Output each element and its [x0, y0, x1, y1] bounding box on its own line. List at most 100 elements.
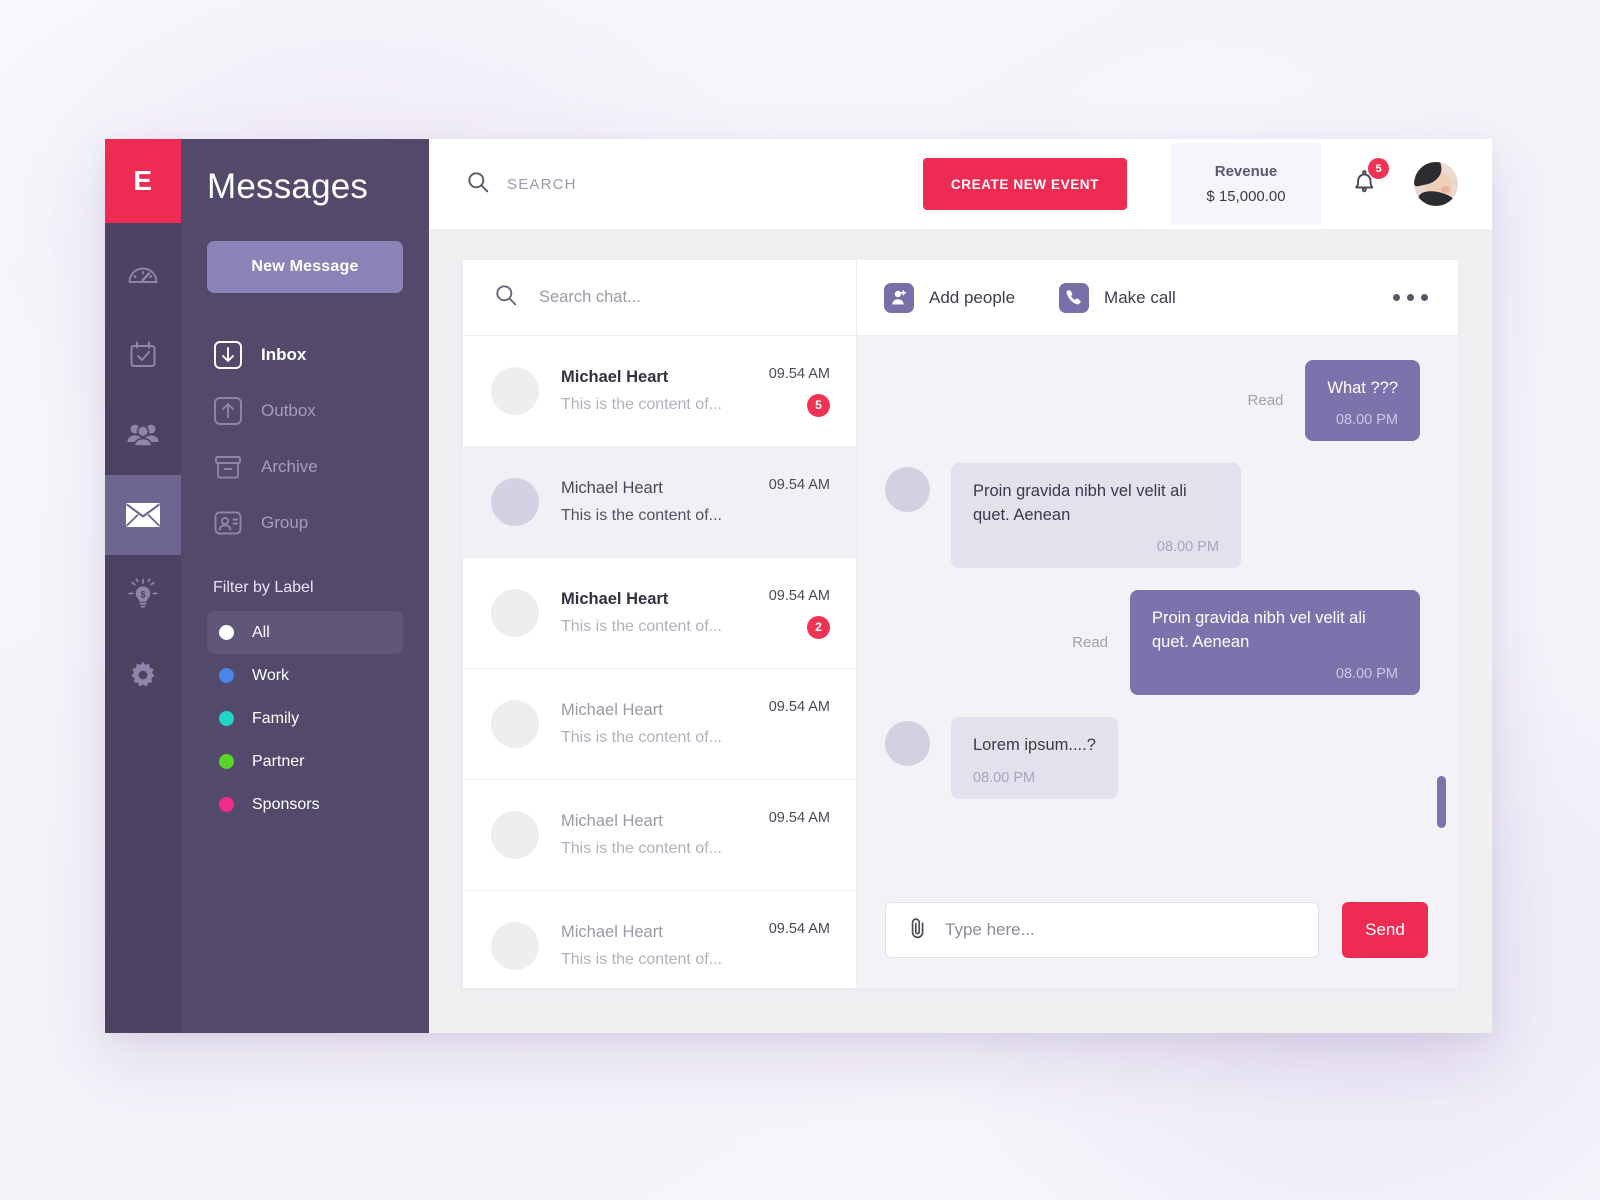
message-text: Proin gravida nibh vel velit ali quet. A… — [1152, 609, 1366, 651]
app-logo[interactable]: E — [105, 139, 181, 223]
chat-item-name: Michael Heart — [561, 701, 663, 719]
chat-item-meta: 09.54 AM — [738, 921, 830, 972]
add-people-button[interactable]: Add people — [884, 282, 1016, 313]
paperclip-icon[interactable] — [908, 917, 927, 944]
chat-search[interactable]: Search chat... — [463, 260, 856, 336]
label-filter-sponsors[interactable]: Sponsors — [207, 783, 403, 826]
message-bubble[interactable]: Proin gravida nibh vel velit ali quet. A… — [951, 463, 1241, 569]
chat-item-body: Michael Heart This is the content of... — [561, 923, 738, 969]
chat-item-body: Michael Heart This is the content of... — [561, 368, 738, 414]
global-search-placeholder: SEARCH — [507, 175, 577, 193]
user-avatar[interactable] — [1414, 162, 1458, 206]
message-time: 08.00 PM — [1335, 412, 1398, 429]
send-button[interactable]: Send — [1342, 902, 1428, 958]
chat-item-time: 09.54 AM — [768, 698, 830, 715]
phone-icon — [1059, 282, 1090, 313]
label-color-dot — [219, 625, 234, 640]
chat-item-meta: 09.54 AM 2 — [738, 588, 830, 639]
global-search[interactable]: SEARCH — [467, 171, 577, 198]
dot-icon — [1407, 294, 1414, 301]
search-icon — [495, 284, 517, 311]
chat-list-column: Search chat... Michael Heart This is the… — [463, 260, 857, 988]
conversation-column: Add people Make call Read What ??? 08.00… — [857, 260, 1458, 988]
revenue-value: $ 15,000.00 — [1206, 188, 1286, 205]
chat-list-item[interactable]: Michael Heart This is the content of... … — [463, 336, 856, 447]
message-composer: Type here... Send — [857, 894, 1458, 988]
label-color-dot — [219, 711, 234, 726]
chat-item-name: Michael Heart — [561, 479, 663, 497]
message-row-outgoing: Read What ??? 08.00 PM — [885, 360, 1420, 442]
sidebar-item-inbox[interactable]: Inbox — [207, 327, 403, 383]
chat-item-name: Michael Heart — [561, 812, 663, 830]
chat-item-preview: This is the content of... — [561, 729, 722, 746]
dashboard-gauge-icon — [126, 258, 160, 292]
sidebar-item-label: Outbox — [261, 401, 316, 420]
app-logo-letter: E — [133, 165, 153, 196]
chat-item-time: 09.54 AM — [768, 365, 830, 382]
sidebar: Messages New Message Inbox Outbox Archiv… — [181, 139, 429, 1033]
avatar — [491, 478, 539, 526]
label-filter-family[interactable]: Family — [207, 697, 403, 740]
message-bubble[interactable]: What ??? 08.00 PM — [1305, 360, 1420, 442]
sidebar-item-archive[interactable]: Archive — [207, 439, 403, 495]
label-filter-text: Partner — [252, 752, 305, 770]
chat-item-body: Michael Heart This is the content of... — [561, 701, 738, 747]
message-bubble[interactable]: Proin gravida nibh vel velit ali quet. A… — [1130, 590, 1420, 696]
thread-scrollbar[interactable] — [1437, 776, 1446, 828]
lightbulb-dollar-icon: $ — [127, 578, 159, 612]
sidebar-item-label: Inbox — [261, 345, 307, 364]
rail-item-calendar[interactable] — [105, 315, 181, 395]
message-input-placeholder: Type here... — [945, 920, 1035, 939]
add-person-icon — [884, 282, 914, 313]
unread-badge: 5 — [807, 393, 830, 417]
avatar — [885, 467, 930, 513]
label-filter-work[interactable]: Work — [207, 654, 403, 697]
chat-list-item[interactable]: Michael Heart This is the content of... … — [463, 447, 856, 558]
label-filter-partner[interactable]: Partner — [207, 740, 403, 783]
more-options-button[interactable] — [1393, 294, 1428, 301]
message-text: Lorem ipsum....? — [973, 736, 1096, 755]
arrow-down-box-icon — [213, 340, 255, 370]
chat-item-preview: This is the content of... — [561, 396, 722, 413]
chat-item-meta: 09.54 AM — [738, 699, 830, 750]
message-input[interactable]: Type here... — [885, 902, 1319, 958]
make-call-button[interactable]: Make call — [1059, 282, 1176, 313]
create-new-event-button[interactable]: CREATE NEW EVENT — [922, 158, 1127, 210]
people-group-icon — [126, 420, 160, 450]
avatar-detail — [1441, 186, 1450, 193]
sidebar-item-outbox[interactable]: Outbox — [207, 383, 403, 439]
message-row-incoming: Proin gravida nibh vel velit ali quet. A… — [885, 463, 1420, 569]
main-area: SEARCH CREATE NEW EVENT Revenue $ 15,000… — [429, 139, 1492, 1033]
chat-list: Michael Heart This is the content of... … — [463, 336, 856, 988]
label-filter-all[interactable]: All — [207, 611, 403, 654]
sidebar-item-group[interactable]: Group — [207, 495, 403, 551]
content-area: Search chat... Michael Heart This is the… — [429, 229, 1492, 1033]
rail-item-dashboard[interactable] — [105, 235, 181, 315]
chat-list-item[interactable]: Michael Heart This is the content of... … — [463, 780, 856, 891]
page-title: Messages — [207, 167, 369, 206]
chat-search-placeholder: Search chat... — [539, 288, 641, 306]
message-time: 08.00 PM — [973, 769, 1036, 786]
message-bubble[interactable]: Lorem ipsum....? 08.00 PM — [951, 717, 1118, 799]
label-filter-text: Family — [252, 709, 300, 727]
message-time: 08.00 PM — [1335, 666, 1398, 683]
archive-box-icon — [213, 452, 255, 482]
notifications-button[interactable]: 5 — [1351, 158, 1389, 201]
label-filter-text: Sponsors — [252, 795, 320, 813]
chat-list-item[interactable]: Michael Heart This is the content of... … — [463, 669, 856, 780]
rail-item-people[interactable] — [105, 395, 181, 475]
chat-item-body: Michael Heart This is the content of... — [561, 812, 738, 858]
rail-item-messages[interactable] — [105, 475, 181, 555]
conversation-header: Add people Make call — [857, 260, 1458, 336]
rail-item-finance[interactable]: $ — [105, 555, 181, 635]
bell-icon — [1351, 170, 1378, 200]
rail-item-settings[interactable] — [105, 635, 181, 715]
add-people-label: Add people — [929, 287, 1016, 307]
new-message-button[interactable]: New Message — [207, 241, 403, 293]
label-filter-list: All Work Family Partner Sponsors — [207, 611, 403, 826]
gear-icon — [127, 659, 159, 691]
avatar-hair-lower — [1416, 189, 1458, 206]
chat-list-item[interactable]: Michael Heart This is the content of... … — [463, 891, 856, 988]
chat-list-item[interactable]: Michael Heart This is the content of... … — [463, 558, 856, 669]
chat-item-time: 09.54 AM — [768, 809, 830, 826]
